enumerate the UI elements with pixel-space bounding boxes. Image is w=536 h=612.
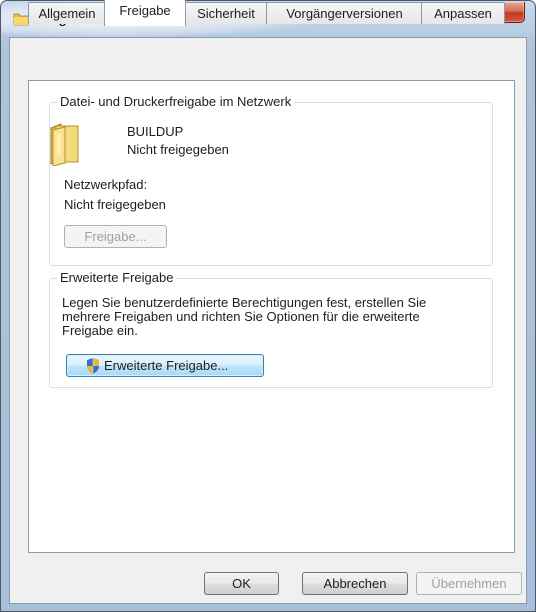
- advanced-sharing-group: Erweiterte Freigabe Legen Sie benutzerde…: [49, 270, 493, 388]
- tab-freigabe[interactable]: Freigabe: [104, 0, 186, 26]
- shield-icon: [87, 358, 99, 374]
- network-path-label: Netzwerkpfad:: [64, 177, 148, 192]
- folder-status: Nicht freigegeben: [127, 142, 229, 157]
- advanced-sharing-group-title: Erweiterte Freigabe: [57, 270, 177, 286]
- share-button[interactable]: Freigabe...: [64, 225, 167, 248]
- tab-panel-freigabe: Datei- und Druckerfreigabe im Netzwerk B…: [28, 80, 515, 553]
- advanced-sharing-button[interactable]: Erweiterte Freigabe...: [66, 354, 264, 377]
- network-sharing-group-title: Datei- und Druckerfreigabe im Netzwerk: [57, 94, 295, 110]
- advanced-description-line-3: Freigabe ein.: [62, 323, 138, 338]
- ok-button[interactable]: OK: [204, 572, 279, 595]
- network-sharing-group: Datei- und Druckerfreigabe im Netzwerk B…: [49, 94, 493, 266]
- folder-name: BUILDUP: [127, 124, 184, 139]
- network-path-value: Nicht freigegeben: [64, 197, 166, 212]
- folder-icon: [13, 13, 29, 26]
- advanced-sharing-button-label: Erweiterte Freigabe...: [104, 358, 229, 373]
- apply-button[interactable]: Übernehmen: [416, 572, 522, 595]
- tab-sicherheit[interactable]: Sicherheit: [184, 2, 268, 24]
- tab-allgemein[interactable]: Allgemein: [28, 2, 106, 24]
- tab-anpassen[interactable]: Anpassen: [421, 2, 505, 24]
- cancel-button[interactable]: Abbrechen: [302, 572, 408, 595]
- tab-vorgaengerversionen[interactable]: Vorgängerversionen: [266, 2, 423, 24]
- folder-icon: [50, 123, 79, 166]
